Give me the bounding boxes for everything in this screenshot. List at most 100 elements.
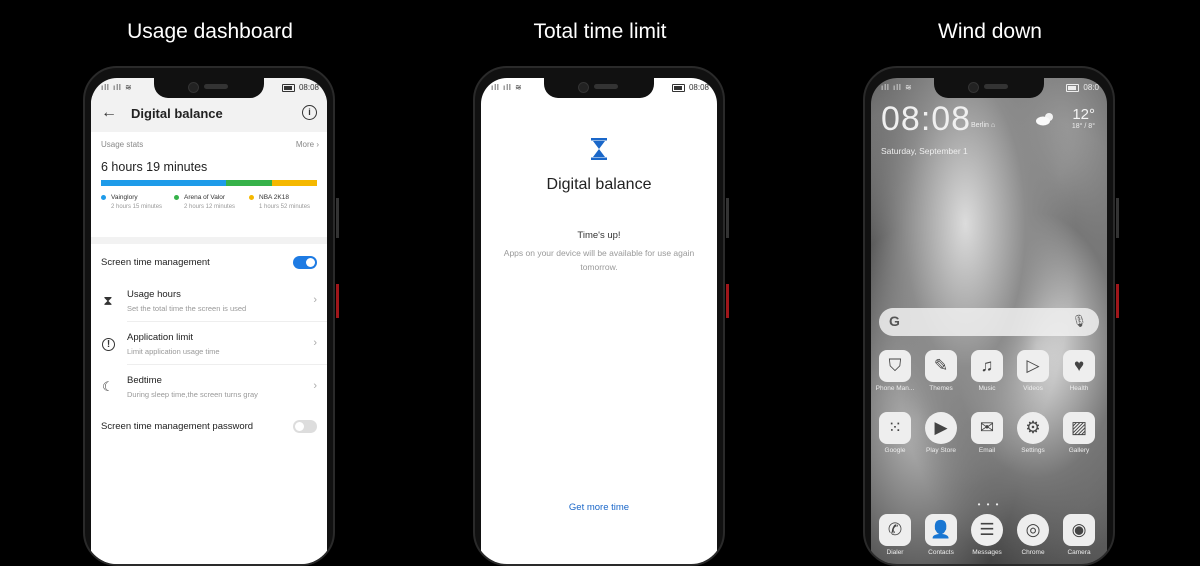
- mail-icon: ✉: [971, 412, 1003, 444]
- app-themes[interactable]: ✎ Themes: [919, 350, 963, 392]
- item-label: Usage hours: [127, 289, 181, 300]
- status-time: 08:08: [688, 83, 709, 92]
- usage-stats-label: Usage stats: [101, 140, 144, 149]
- item-desc: Set the total time the screen is used: [127, 304, 247, 313]
- moon-icon: ☾: [102, 379, 114, 394]
- shield-icon: ⛉: [879, 350, 911, 382]
- title-wind-down: Wind down: [938, 20, 1042, 43]
- dock-camera[interactable]: ◉ Camera: [1057, 514, 1101, 556]
- usage-stats-card[interactable]: Usage stats More › 6 hours 19 minutes Va…: [91, 132, 327, 237]
- signal-icon: ıll ıll ≋: [101, 83, 133, 92]
- notch: [934, 78, 1044, 98]
- usage-bar-segment: [271, 180, 317, 186]
- screen: ıll ıll ≋ 08:08 Digital balance Time's u…: [481, 78, 717, 564]
- phone-wind-down: ıll ıll ≋ 08:0 08:08 Berlin ⌂ Saturday, …: [863, 66, 1115, 566]
- play-icon: ▷: [1017, 350, 1049, 382]
- phone-total-time-limit: ıll ıll ≋ 08:08 Digital balance Time's u…: [473, 66, 725, 566]
- dock-chrome[interactable]: ◎ Chrome: [1011, 514, 1055, 556]
- times-up-heading: Time's up!: [577, 230, 621, 241]
- cloud-sun-icon: [1036, 113, 1053, 126]
- screen-time-management-label: Screen time management: [101, 257, 210, 268]
- password-toggle[interactable]: [293, 420, 317, 433]
- screen: ıll ıll ≋ 08:08 ← Digital balance i Usag…: [91, 78, 327, 564]
- more-link[interactable]: More ›: [296, 140, 319, 149]
- app-google[interactable]: ⁙ Google: [873, 412, 917, 454]
- signal-icon: ıll ıll ≋: [881, 83, 913, 92]
- hourglass-icon: ⧗: [103, 293, 113, 308]
- screen-time-toggle[interactable]: [293, 256, 317, 269]
- city-label: Berlin ⌂: [971, 122, 996, 129]
- person-icon: 👤: [925, 514, 957, 546]
- notch: [154, 78, 264, 98]
- screen: ıll ıll ≋ 08:0 08:08 Berlin ⌂ Saturday, …: [871, 78, 1107, 564]
- microphone-icon[interactable]: 🎙︎: [1072, 314, 1087, 328]
- list-item-usage-hours[interactable]: ⧗ Usage hours Set the total time the scr…: [91, 280, 327, 322]
- list-item-bedtime[interactable]: ☾ Bedtime During sleep time,the screen t…: [91, 366, 327, 408]
- times-up-message: Apps on your device will be available fo…: [503, 248, 695, 272]
- phone-usage-dashboard: ıll ıll ≋ 08:08 ← Digital balance i Usag…: [83, 66, 335, 566]
- play-store-icon: ▶: [925, 412, 957, 444]
- password-row[interactable]: Screen time management password: [91, 410, 327, 444]
- notch: [544, 78, 654, 98]
- dock-contacts[interactable]: 👤 Contacts: [919, 514, 963, 556]
- signal-icon: ıll ıll ≋: [491, 83, 523, 92]
- camera-icon: ◉: [1063, 514, 1095, 546]
- get-more-time-button[interactable]: Get more time: [481, 502, 717, 513]
- temperature: 12°: [1072, 106, 1095, 123]
- phone-icon: ✆: [879, 514, 911, 546]
- item-label: Application limit: [127, 332, 193, 343]
- battery-icon: [281, 83, 295, 92]
- app-gallery[interactable]: ▨ Gallery: [1057, 412, 1101, 454]
- gallery-icon: ▨: [1063, 412, 1095, 444]
- settings-card: Screen time management ⧗ Usage hours Set…: [91, 244, 327, 564]
- alert-circle-icon: !: [102, 338, 115, 351]
- battery-icon: [1066, 83, 1080, 92]
- gear-icon: ⚙: [1017, 412, 1049, 444]
- date-label: Saturday, September 1: [881, 146, 968, 156]
- app-settings[interactable]: ⚙ Settings: [1011, 412, 1055, 454]
- password-label: Screen time management password: [101, 421, 254, 432]
- page-title: Digital balance: [546, 176, 652, 193]
- chevron-right-icon: ›: [313, 337, 317, 349]
- list-item-application-limit[interactable]: ! Application limit Limit application us…: [91, 323, 327, 365]
- page-indicator: • • •: [977, 500, 1001, 509]
- music-icon: ♫: [971, 350, 1003, 382]
- google-search-bar[interactable]: G 🎙︎: [879, 308, 1099, 336]
- title-total-time-limit: Total time limit: [533, 20, 667, 43]
- usage-bar-segment: [226, 180, 272, 186]
- paintbrush-icon: ✎: [925, 350, 957, 382]
- chevron-right-icon: ›: [313, 294, 317, 306]
- legend-item: NBA 2K18 1 hours 52 minutes: [249, 194, 310, 210]
- clock[interactable]: 08:08: [881, 100, 971, 139]
- item-desc: Limit application usage time: [127, 347, 220, 356]
- dock-dialer[interactable]: ✆ Dialer: [873, 514, 917, 556]
- app-videos[interactable]: ▷ Videos: [1011, 350, 1055, 392]
- app-health[interactable]: ♥ Health: [1057, 350, 1101, 392]
- legend-item: Arena of Valor 2 hours 12 minutes: [174, 194, 235, 210]
- google-folder-icon: ⁙: [879, 412, 911, 444]
- legend-dot: [101, 194, 106, 200]
- chrome-icon: ◎: [1017, 514, 1049, 546]
- info-icon[interactable]: i: [302, 105, 317, 120]
- legend-dot: [174, 194, 179, 200]
- app-play-store[interactable]: ▶ Play Store: [919, 412, 963, 454]
- weather-widget[interactable]: 12° 18° / 8°: [1072, 106, 1095, 130]
- app-email[interactable]: ✉ Email: [965, 412, 1009, 454]
- title-usage-dashboard: Usage dashboard: [127, 20, 293, 43]
- hourglass-icon: [591, 138, 607, 160]
- app-bar: ← Digital balance i: [91, 96, 327, 130]
- temperature-range: 18° / 8°: [1071, 123, 1095, 130]
- usage-bar: [101, 180, 317, 186]
- status-time: 08:08: [298, 83, 319, 92]
- heart-icon: ♥: [1063, 350, 1095, 382]
- app-music[interactable]: ♫ Music: [965, 350, 1009, 392]
- arrow-left-icon[interactable]: ←: [101, 104, 117, 122]
- app-phone-manager[interactable]: ⛉ Phone Man...: [873, 350, 917, 392]
- item-desc: During sleep time,the screen turns gray: [127, 390, 258, 399]
- screen-time-management-row[interactable]: Screen time management: [91, 244, 327, 280]
- chevron-right-icon: ›: [313, 380, 317, 392]
- usage-total: 6 hours 19 minutes: [101, 160, 208, 174]
- dock-messages[interactable]: ☰ Messages: [965, 514, 1009, 556]
- battery-icon: [671, 83, 685, 92]
- google-icon: G: [889, 313, 900, 329]
